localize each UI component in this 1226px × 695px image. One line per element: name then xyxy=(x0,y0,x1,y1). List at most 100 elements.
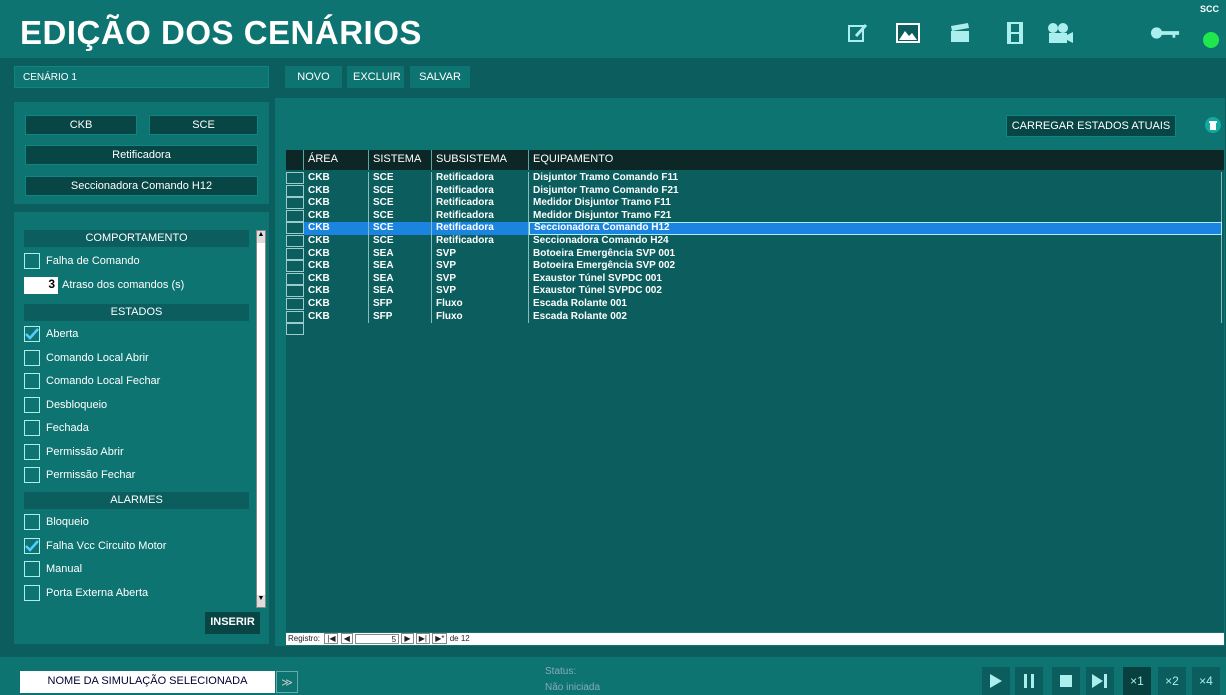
load-current-states-button[interactable]: CARREGAR ESTADOS ATUAIS xyxy=(1006,115,1176,137)
row-header[interactable] xyxy=(286,247,304,260)
row-header[interactable] xyxy=(286,235,304,247)
table-cell[interactable]: Disjuntor Tramo Comando F21 xyxy=(529,184,1222,198)
row-header[interactable] xyxy=(286,184,304,197)
table-cell[interactable]: Disjuntor Tramo Comando F11 xyxy=(529,172,1222,185)
table-cell[interactable]: SFP xyxy=(369,298,432,311)
table-cell[interactable]: Botoeira Emergência SVP 002 xyxy=(529,260,1222,273)
properties-scrollbar[interactable]: ▲ ▼ xyxy=(256,230,266,608)
film-icon[interactable] xyxy=(1000,18,1030,48)
table-cell[interactable]: SVP xyxy=(432,272,529,286)
speed-2x-button[interactable]: ×2 xyxy=(1158,667,1186,695)
table-cell[interactable]: CKB xyxy=(304,247,369,261)
table-cell[interactable]: Botoeira Emergência SVP 001 xyxy=(529,247,1222,261)
table-cell[interactable]: Medidor Disjuntor Tramo F21 xyxy=(529,209,1222,223)
checkbox[interactable] xyxy=(24,349,40,366)
table-row[interactable]: CKB SCE Retificadora Disjuntor Tramo Comand… xyxy=(286,184,1224,198)
record-number-input[interactable]: 5 xyxy=(355,633,400,644)
table-cell[interactable]: Seccionadora Comando H24 xyxy=(529,235,1222,248)
column-header-equipment[interactable]: EQUIPAMENTO xyxy=(529,150,1224,170)
table-row[interactable] xyxy=(286,323,1224,336)
states-item[interactable]: Fechada xyxy=(24,418,249,438)
row-header[interactable] xyxy=(286,272,304,285)
expand-arrow-icon[interactable]: ≫ xyxy=(276,671,298,693)
area-selector[interactable]: CKB xyxy=(25,115,137,135)
table-cell[interactable]: CKB xyxy=(304,310,369,324)
row-header[interactable] xyxy=(286,222,304,235)
play-icon[interactable] xyxy=(982,667,1010,695)
table-cell[interactable]: CKB xyxy=(304,260,369,273)
checkbox[interactable] xyxy=(24,373,40,389)
column-header-area[interactable]: ÁREA xyxy=(304,150,369,170)
table-row[interactable]: CKB SEA SVP Exaustor Túnel SVPDC 002 xyxy=(286,285,1224,298)
table-cell[interactable]: Retificadora xyxy=(432,222,529,235)
previous-record-button[interactable]: ◀ xyxy=(340,633,353,644)
video-camera-icon[interactable] xyxy=(1045,18,1075,48)
table-cell[interactable]: Retificadora xyxy=(432,172,529,185)
alarms-item[interactable]: Porta Externa Aberta xyxy=(24,583,249,603)
table-row[interactable]: CKB SFP Fluxo Escada Rolante 002 xyxy=(286,310,1224,324)
checkbox[interactable] xyxy=(24,584,40,601)
table-cell[interactable]: CKB xyxy=(304,197,369,210)
key-icon[interactable] xyxy=(1150,18,1180,48)
table-cell[interactable]: SFP xyxy=(369,310,432,324)
table-cell[interactable]: CKB xyxy=(304,172,369,185)
row-header[interactable] xyxy=(286,209,304,222)
table-cell[interactable]: CKB xyxy=(304,235,369,248)
clapperboard-icon[interactable] xyxy=(945,18,975,48)
checkbox[interactable] xyxy=(24,420,40,436)
scroll-down-arrow-icon[interactable]: ▼ xyxy=(257,595,265,607)
table-cell[interactable]: SVP xyxy=(432,260,529,273)
row-header[interactable] xyxy=(286,298,304,310)
table-row[interactable]: CKB SCE Retificadora Medidor Disjuntor Tram… xyxy=(286,197,1224,210)
table-cell[interactable]: Retificadora xyxy=(432,184,529,198)
row-header[interactable] xyxy=(286,310,304,323)
states-item[interactable]: Comando Local Fechar xyxy=(24,371,249,391)
table-row[interactable]: CKB SEA SVP Exaustor Túnel SVPDC 001 xyxy=(286,272,1224,286)
table-cell[interactable]: CKB xyxy=(304,222,369,235)
save-button[interactable]: SALVAR xyxy=(410,66,470,88)
states-item[interactable]: Permissão Abrir xyxy=(24,442,249,462)
table-cell[interactable]: Retificadora xyxy=(432,209,529,223)
delete-button[interactable]: EXCLUIR xyxy=(347,66,404,88)
insert-button[interactable]: INSERIR xyxy=(205,612,260,634)
table-cell[interactable]: SCE xyxy=(369,184,432,198)
table-cell[interactable]: Seccionadora Comando H12 xyxy=(529,222,1222,235)
row-header[interactable] xyxy=(286,285,304,298)
command-failure-row[interactable]: Falha de Comando xyxy=(24,251,249,271)
table-row[interactable]: CKB SEA SVP Botoeira Emergência SVP 001 xyxy=(286,247,1224,261)
table-cell[interactable]: SVP xyxy=(432,285,529,298)
pause-icon[interactable] xyxy=(1015,667,1043,695)
table-cell[interactable]: Exaustor Túnel SVPDC 002 xyxy=(529,285,1222,298)
checkbox[interactable] xyxy=(24,561,40,577)
stop-icon[interactable] xyxy=(1052,667,1080,695)
column-header-subsystem[interactable]: SUBSISTEMA xyxy=(432,150,529,170)
row-header[interactable] xyxy=(286,197,304,210)
states-item[interactable]: Desbloqueio xyxy=(24,395,249,415)
row-header[interactable] xyxy=(286,260,304,273)
new-record-button[interactable]: ▶* xyxy=(432,633,448,644)
equipment-selector[interactable]: Seccionadora Comando H12 xyxy=(25,176,258,196)
table-row[interactable]: CKB SCE Retificadora Medidor Disjuntor Tram… xyxy=(286,209,1224,223)
checkbox[interactable] xyxy=(24,443,40,460)
table-cell[interactable]: Fluxo xyxy=(432,310,529,324)
column-header-system[interactable]: SISTEMA xyxy=(369,150,432,170)
table-cell[interactable]: Retificadora xyxy=(432,235,529,248)
table-cell[interactable]: CKB xyxy=(304,285,369,298)
trash-icon[interactable] xyxy=(1205,117,1221,133)
table-cell[interactable]: SEA xyxy=(369,247,432,261)
speed-4x-button[interactable]: ×4 xyxy=(1192,667,1220,695)
checkbox-checked[interactable] xyxy=(24,326,40,342)
table-cell[interactable]: SCE xyxy=(369,235,432,248)
checkbox[interactable] xyxy=(24,467,40,483)
table-cell[interactable]: Retificadora xyxy=(432,197,529,210)
checkbox-checked[interactable] xyxy=(24,537,40,554)
table-cell[interactable]: SVP xyxy=(432,247,529,261)
table-cell[interactable]: SCE xyxy=(369,172,432,185)
table-row[interactable]: CKB SEA SVP Botoeira Emergência SVP 002 xyxy=(286,260,1224,273)
last-record-button[interactable]: ▶| xyxy=(415,633,430,644)
table-row[interactable]: CKB SFP Fluxo Escada Rolante 001 xyxy=(286,298,1224,311)
table-cell[interactable]: CKB xyxy=(304,209,369,223)
table-cell[interactable]: CKB xyxy=(304,298,369,311)
table-cell[interactable]: SCE xyxy=(369,197,432,210)
table-cell[interactable]: CKB xyxy=(304,184,369,198)
